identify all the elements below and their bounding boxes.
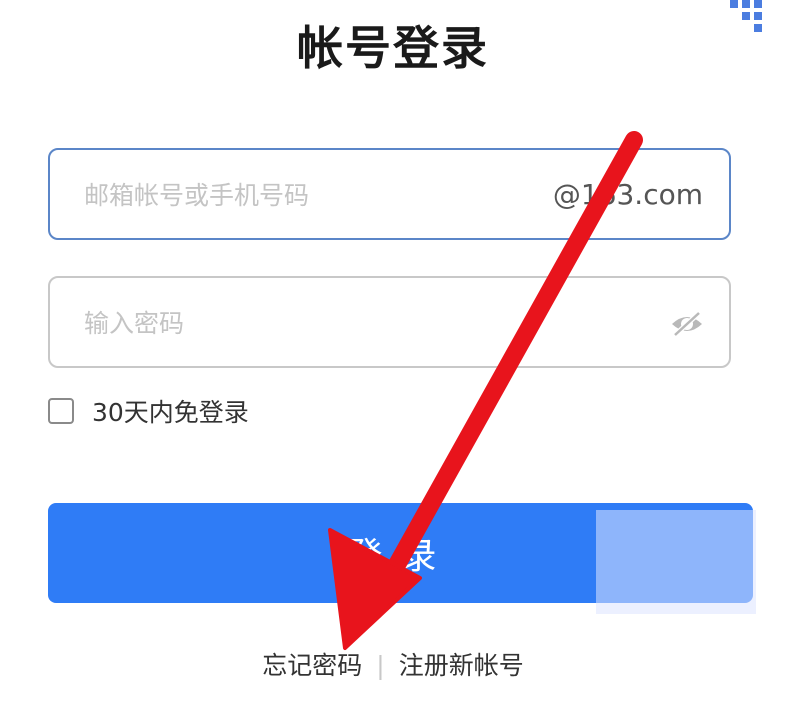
link-separator: | xyxy=(376,651,385,680)
remember-me[interactable]: 30天内免登录 xyxy=(48,393,249,429)
login-button[interactable]: 登录 xyxy=(48,503,753,603)
password-input[interactable] xyxy=(82,278,546,368)
account-field[interactable]: @163.com xyxy=(48,148,731,240)
password-field[interactable] xyxy=(48,276,731,368)
email-domain-suffix[interactable]: @163.com xyxy=(553,150,703,238)
forgot-password-link[interactable]: 忘记密码 xyxy=(262,651,362,680)
bottom-links: 忘记密码 | 注册新帐号 xyxy=(0,646,786,682)
register-link[interactable]: 注册新帐号 xyxy=(399,651,524,680)
page-title: 帐号登录 xyxy=(297,21,489,75)
account-input[interactable] xyxy=(82,150,546,240)
eye-hidden-icon[interactable] xyxy=(669,306,705,342)
remember-label: 30天内免登录 xyxy=(92,398,249,427)
remember-checkbox[interactable] xyxy=(48,398,74,424)
